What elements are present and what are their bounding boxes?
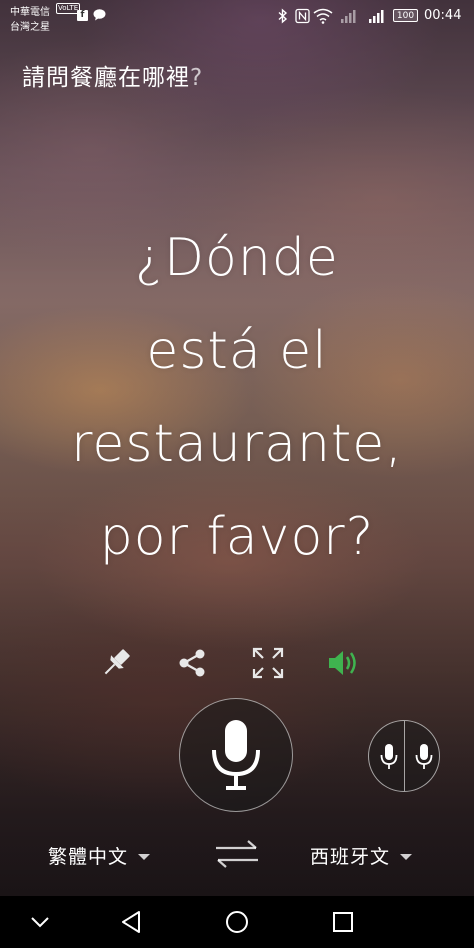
back-button[interactable] xyxy=(113,904,149,940)
chevron-down-icon xyxy=(138,853,151,860)
speaker-icon xyxy=(329,651,356,675)
back-icon xyxy=(122,911,140,933)
battery-icon: 100 xyxy=(393,9,418,22)
speak-button[interactable] xyxy=(324,643,364,683)
facebook-icon: f xyxy=(77,10,88,21)
carrier-primary: 中華電信 xyxy=(10,7,50,18)
bluetooth-icon xyxy=(278,8,288,24)
fullscreen-icon xyxy=(252,647,284,679)
pin-button[interactable] xyxy=(96,643,136,683)
recents-button[interactable] xyxy=(325,904,361,940)
clock: 00:44 xyxy=(424,8,462,23)
conversation-mic-right[interactable] xyxy=(406,721,439,791)
hide-navbar-button[interactable] xyxy=(22,904,58,940)
status-bar: 中華電信 台灣之星 VoLTE f 100 00:44 xyxy=(0,0,474,34)
chevron-down-icon xyxy=(400,853,413,860)
conversation-mode-button[interactable] xyxy=(368,720,440,792)
messenger-icon xyxy=(93,9,106,21)
share-icon xyxy=(179,649,205,677)
translation-line: está el xyxy=(146,321,328,381)
source-text-body: 請問餐廳在哪裡 xyxy=(22,65,190,91)
source-language-selector[interactable]: 繁體中文 xyxy=(48,842,151,869)
microphone-icon xyxy=(415,744,432,769)
microphone-button[interactable] xyxy=(179,698,293,812)
target-language-label: 西班牙文 xyxy=(310,846,391,868)
carrier-secondary: 台灣之星 xyxy=(10,22,50,33)
translation-line: ¿Dónde xyxy=(135,228,339,288)
conversation-divider xyxy=(404,721,405,791)
translation-text: ¿Dónde está el restaurante, por favor? xyxy=(0,212,474,584)
signal-icon xyxy=(369,10,384,23)
translation-line: por favor? xyxy=(99,507,375,567)
share-button[interactable] xyxy=(172,643,212,683)
navigation-bar xyxy=(0,896,474,948)
target-language-selector[interactable]: 西班牙文 xyxy=(310,842,413,869)
translation-line: restaurante, xyxy=(71,414,403,474)
source-language-label: 繁體中文 xyxy=(48,846,129,868)
wifi-icon xyxy=(313,8,333,24)
signal-icon xyxy=(341,10,356,23)
fullscreen-button[interactable] xyxy=(248,643,288,683)
home-icon xyxy=(226,911,248,933)
conversation-mic-left[interactable] xyxy=(371,721,406,791)
chevron-down-icon xyxy=(31,917,49,928)
microphone-icon xyxy=(380,744,397,769)
pin-icon xyxy=(104,649,130,675)
source-text[interactable]: 請問餐廳在哪裡? xyxy=(22,58,203,92)
swap-languages-icon[interactable] xyxy=(212,836,262,872)
nfc-icon xyxy=(295,8,310,24)
recents-icon xyxy=(333,912,353,932)
source-text-question-mark: ? xyxy=(190,65,204,91)
microphone-icon xyxy=(212,720,260,790)
home-button[interactable] xyxy=(219,904,255,940)
